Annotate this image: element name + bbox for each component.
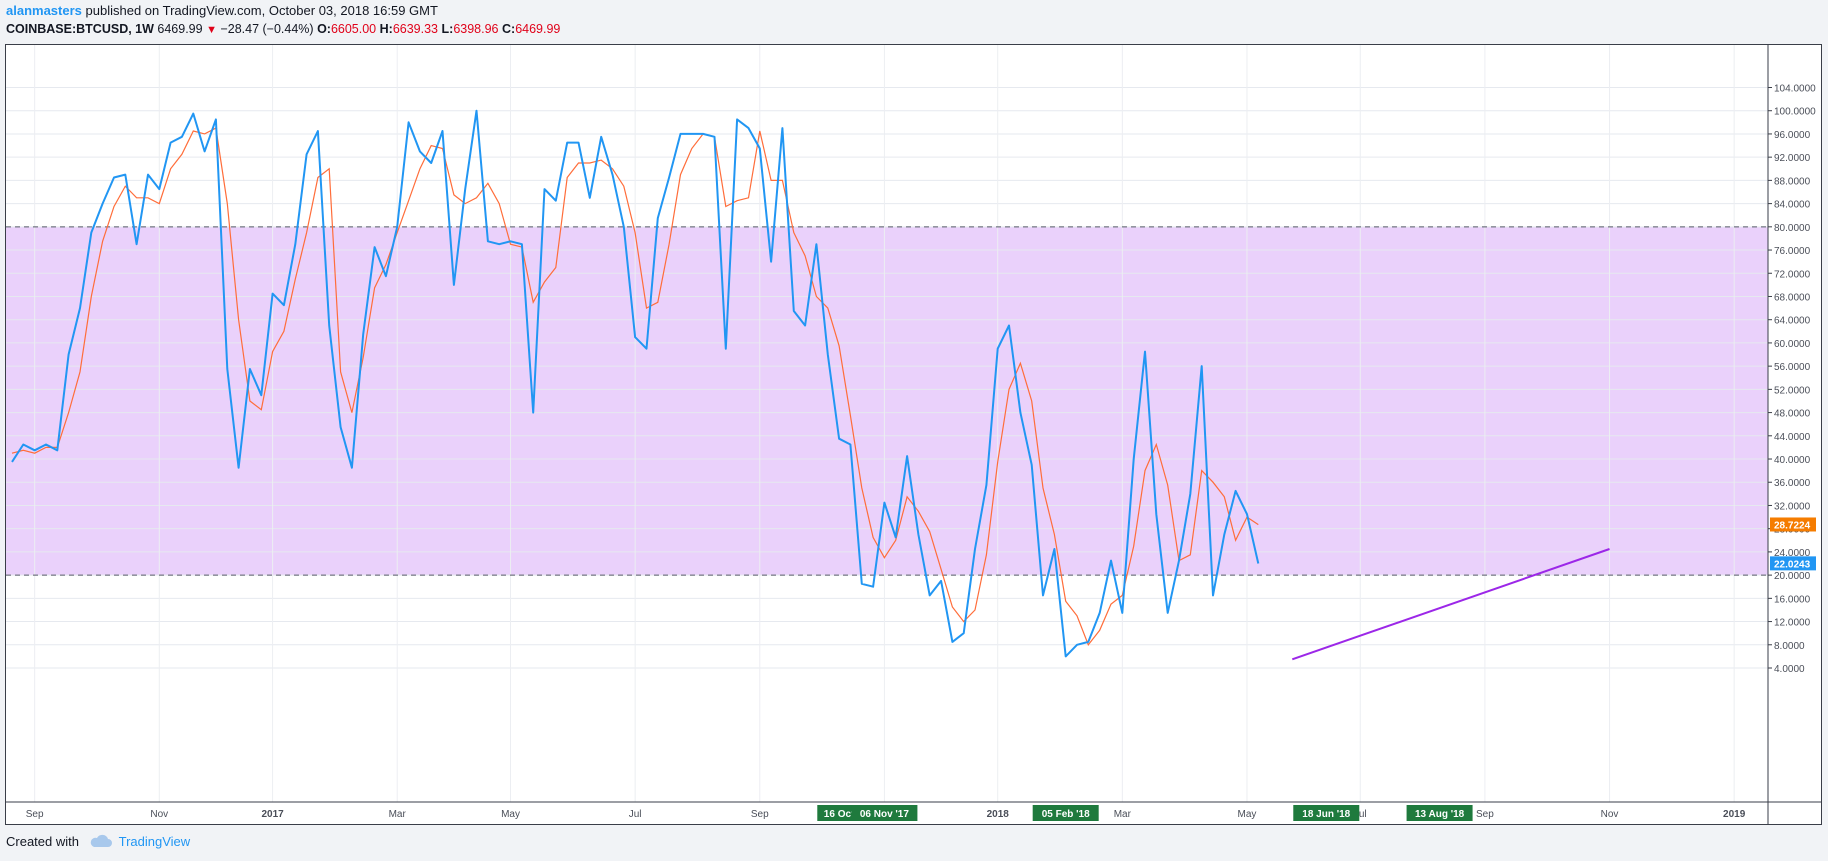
x-tick-label: Mar bbox=[1114, 809, 1132, 820]
close-value: 6469.99 bbox=[515, 22, 561, 36]
publish-line: alanmasters published on TradingView.com… bbox=[6, 2, 560, 20]
date-badge: 18 Jun '18 bbox=[1302, 809, 1350, 820]
ohlc-line: COINBASE:BTCUSD, 1W 6469.99 ▼ −28.47 (−0… bbox=[6, 20, 560, 39]
y-tick-label: 68.0000 bbox=[1774, 292, 1811, 303]
x-tick-label: May bbox=[1238, 809, 1257, 820]
y-tick-label: 8.0000 bbox=[1774, 641, 1805, 652]
date-badge: 13 Aug '18 bbox=[1415, 809, 1465, 820]
x-tick-label: May bbox=[501, 809, 520, 820]
main-last-value: 22.0243 bbox=[1774, 559, 1811, 570]
x-tick-label: Jul bbox=[629, 809, 642, 820]
down-triangle-icon: ▼ bbox=[206, 24, 217, 36]
tradingview-brand-link[interactable]: TradingView bbox=[119, 834, 191, 849]
x-tick-label: Sep bbox=[1476, 809, 1494, 820]
date-badge: 05 Feb '18 bbox=[1042, 809, 1090, 820]
x-tick-label: Nov bbox=[150, 809, 168, 820]
stoch-rsi-chart[interactable]: 4.00008.000012.000016.000020.000024.0000… bbox=[6, 45, 1821, 824]
y-tick-label: 72.0000 bbox=[1774, 269, 1811, 280]
author-link[interactable]: alanmasters bbox=[6, 3, 82, 18]
x-tick-label: 2017 bbox=[261, 809, 284, 820]
y-tick-label: 100.0000 bbox=[1774, 107, 1816, 118]
y-tick-label: 16.0000 bbox=[1774, 594, 1811, 605]
y-tick-label: 4.0000 bbox=[1774, 664, 1805, 675]
y-tick-label: 104.0000 bbox=[1774, 84, 1816, 95]
y-tick-label: 92.0000 bbox=[1774, 153, 1811, 164]
high-label: H: bbox=[379, 22, 393, 36]
x-tick-label: Sep bbox=[751, 809, 769, 820]
x-tick-label: 2019 bbox=[1723, 809, 1746, 820]
chart-header: alanmasters published on TradingView.com… bbox=[6, 2, 560, 39]
symbol-label[interactable]: COINBASE:BTCUSD, 1W bbox=[6, 22, 154, 36]
high-value: 6639.33 bbox=[392, 22, 439, 36]
y-tick-label: 88.0000 bbox=[1774, 176, 1811, 187]
tradingview-logo-icon bbox=[89, 834, 113, 851]
footer: Created with TradingView bbox=[6, 834, 190, 851]
y-tick-label: 80.0000 bbox=[1774, 223, 1811, 234]
y-tick-label: 60.0000 bbox=[1774, 339, 1811, 350]
open-value: 6605.00 bbox=[330, 22, 377, 36]
close-label: C: bbox=[501, 22, 516, 36]
created-with-label: Created with bbox=[6, 834, 79, 849]
oversold-overbought-band bbox=[6, 226, 1768, 576]
chart-pane[interactable]: 4.0000 8.0000 12.0000 16.0000 20.0000 24.0000… bbox=[5, 44, 1822, 825]
y-tick-label: 76.0000 bbox=[1774, 246, 1811, 257]
date-badge: 16 Oct bbox=[824, 809, 855, 820]
y-tick-label: 20.0000 bbox=[1774, 571, 1811, 582]
y-tick-label: 56.0000 bbox=[1774, 362, 1811, 373]
y-tick-label: 12.0000 bbox=[1774, 618, 1811, 629]
y-tick-label: 40.0000 bbox=[1774, 455, 1811, 466]
y-tick-label: 48.0000 bbox=[1774, 409, 1811, 420]
signal-last-value: 28.7224 bbox=[1774, 520, 1811, 531]
x-tick-label: Mar bbox=[389, 809, 407, 820]
x-tick-label: 2018 bbox=[987, 809, 1010, 820]
date-badge: 06 Nov '17 bbox=[860, 809, 910, 820]
price-change: −28.47 (−0.44%) bbox=[220, 22, 314, 36]
y-tick-label: 36.0000 bbox=[1774, 478, 1811, 489]
last-price: 6469.99 bbox=[157, 22, 203, 36]
y-tick-label: 32.0000 bbox=[1774, 501, 1811, 512]
x-tick-label: Sep bbox=[26, 809, 44, 820]
x-tick-label: Nov bbox=[1601, 809, 1619, 820]
publish-info: published on TradingView.com, October 03… bbox=[85, 3, 438, 18]
y-tick-label: 52.0000 bbox=[1774, 385, 1811, 396]
open-label: O: bbox=[317, 22, 331, 36]
low-value: 6398.96 bbox=[453, 22, 499, 36]
y-tick-label: 64.0000 bbox=[1774, 316, 1811, 327]
y-tick-label: 44.0000 bbox=[1774, 432, 1811, 443]
y-tick-label: 84.0000 bbox=[1774, 200, 1811, 211]
y-tick-label: 96.0000 bbox=[1774, 130, 1811, 141]
low-label: L: bbox=[441, 22, 454, 36]
